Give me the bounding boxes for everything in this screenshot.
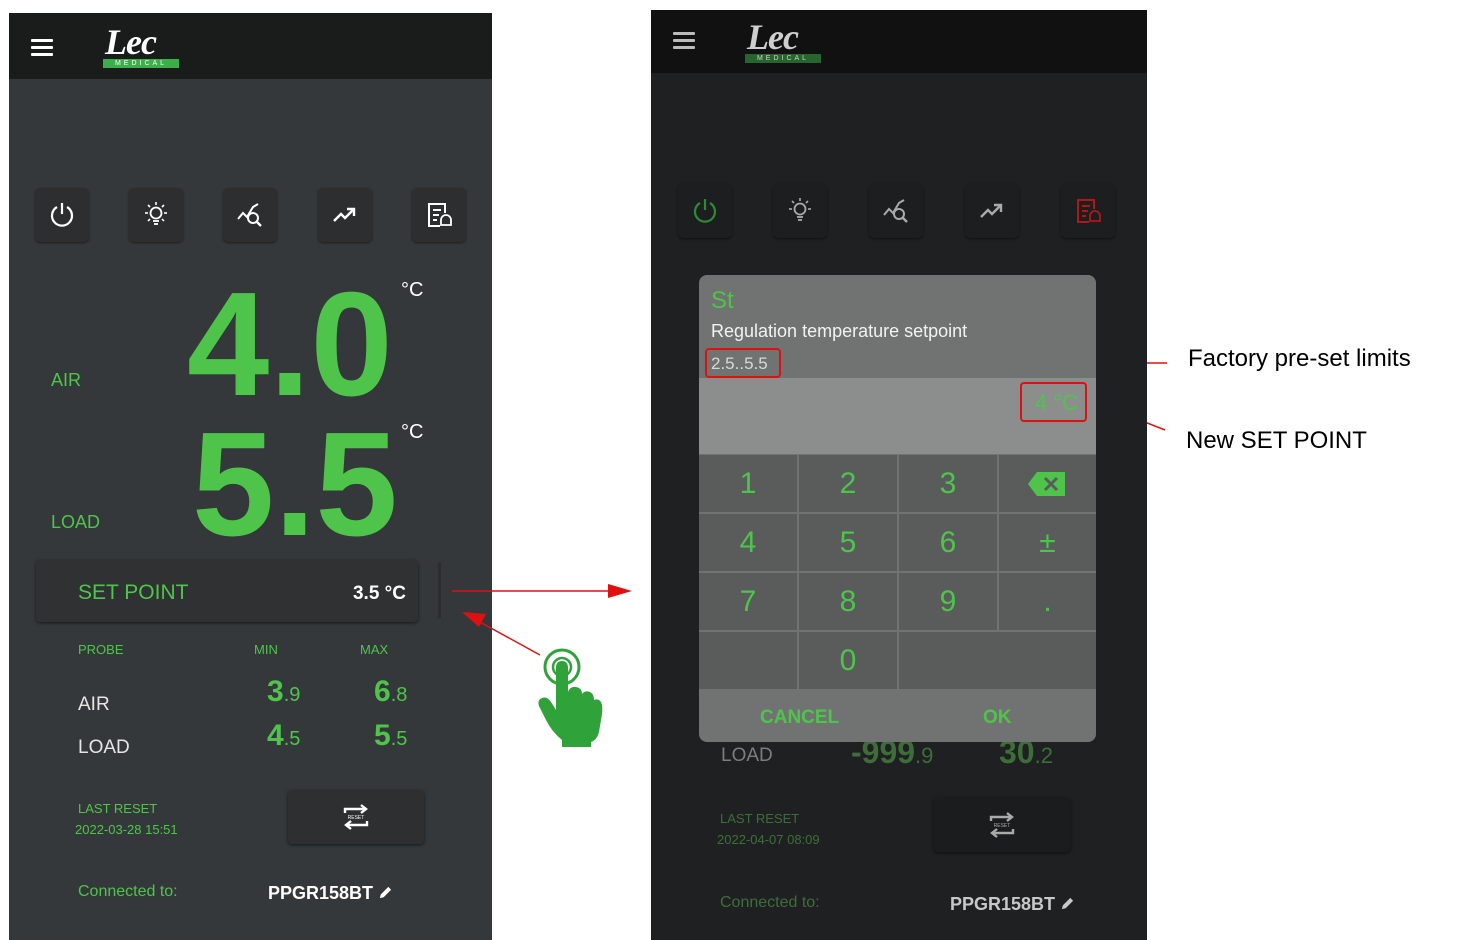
setpoint-card-edge xyxy=(438,562,441,618)
analysis-icon xyxy=(883,199,908,223)
pencil-icon[interactable] xyxy=(378,885,393,900)
load-unit: °C xyxy=(401,421,424,443)
key-area-blank xyxy=(899,632,1096,689)
trend-icon xyxy=(980,203,1003,218)
key-5[interactable]: 5 xyxy=(799,514,897,571)
device-name[interactable]: PPGR158BT xyxy=(268,883,393,904)
load-max-value: 5.5 xyxy=(374,719,408,752)
alarm-log-icon xyxy=(428,203,452,227)
setpoint-value: 3.5 °C xyxy=(352,583,406,604)
alarm-log-button[interactable] xyxy=(412,188,466,242)
pencil-icon[interactable] xyxy=(1060,896,1075,911)
key-2[interactable]: 2 xyxy=(799,455,897,512)
parameter-description: Regulation temperature setpoint xyxy=(711,321,968,341)
limits-highlight xyxy=(705,348,781,378)
setpoint-dialog: St Regulation temperature setpoint 2.5..… xyxy=(699,275,1096,742)
power-icon xyxy=(50,203,74,227)
annotation-setpoint: New SET POINT xyxy=(1186,427,1367,454)
trend-button[interactable] xyxy=(965,184,1019,238)
hand-pointer-icon xyxy=(536,644,606,748)
reset-button[interactable]: RESET xyxy=(288,790,424,844)
key-backspace[interactable] xyxy=(999,455,1096,512)
trend-icon xyxy=(333,207,356,222)
load-min-value: 4.5 xyxy=(267,719,301,752)
setpoint-card[interactable]: SET POINT 3.5 °C xyxy=(36,560,418,622)
analysis-button[interactable] xyxy=(223,188,277,242)
top-bar: Lec MEDICAL xyxy=(651,10,1147,73)
key-3[interactable]: 3 xyxy=(899,455,997,512)
probe-air-label: AIR xyxy=(78,694,110,715)
menu-icon[interactable] xyxy=(31,39,53,56)
parameter-code: St xyxy=(711,287,734,314)
light-bulb-icon xyxy=(789,198,811,221)
last-reset-time: 2022-04-07 08:09 xyxy=(717,832,820,847)
cancel-button[interactable]: CANCEL xyxy=(760,707,839,729)
key-decimal[interactable]: . xyxy=(999,573,1096,630)
key-7[interactable]: 7 xyxy=(699,573,797,630)
analysis-icon xyxy=(237,203,262,227)
reset-icon: RESET xyxy=(343,804,369,830)
air-temperature: 4.0 xyxy=(187,262,393,427)
light-button[interactable] xyxy=(773,184,827,238)
key-1[interactable]: 1 xyxy=(699,455,797,512)
device-name-text: PPGR158BT xyxy=(268,883,374,903)
connected-label: Connected to: xyxy=(720,894,820,911)
right-phone-screen: Lec MEDICAL LOAD -999.9 30.2 LAST RESET … xyxy=(651,10,1147,940)
last-reset-label: LAST RESET xyxy=(78,801,158,816)
load-temperature: 5.5 xyxy=(192,402,398,567)
annotation-limits: Factory pre-set limits xyxy=(1188,345,1411,372)
setpoint-label: SET POINT xyxy=(78,581,189,604)
reset-icon: RESET xyxy=(989,812,1015,838)
key-empty xyxy=(699,632,797,689)
reset-button[interactable]: RESET xyxy=(934,798,1070,852)
load-label: LOAD xyxy=(51,512,101,532)
backspace-icon xyxy=(1028,472,1065,496)
trend-button[interactable] xyxy=(318,188,372,242)
alarm-log-icon xyxy=(1077,199,1101,223)
svg-text:RESET: RESET xyxy=(348,815,365,821)
value-highlight xyxy=(1020,382,1087,422)
key-plus-minus[interactable]: ± xyxy=(999,514,1096,571)
probe-header: PROBE xyxy=(78,642,124,657)
power-button[interactable] xyxy=(678,184,732,238)
air-min-value: 3.9 xyxy=(267,675,301,708)
key-8[interactable]: 8 xyxy=(799,573,897,630)
light-button[interactable] xyxy=(129,188,183,242)
connected-label: Connected to: xyxy=(78,883,178,900)
analysis-button[interactable] xyxy=(869,184,923,238)
device-name[interactable]: PPGR158BT xyxy=(950,894,1075,915)
device-name-text: PPGR158BT xyxy=(950,894,1056,914)
last-reset-time: 2022-03-28 15:51 xyxy=(75,822,178,837)
light-bulb-icon xyxy=(145,202,167,225)
air-max-value: 6.8 xyxy=(374,675,408,708)
max-header: MAX xyxy=(360,642,389,657)
lec-medical-logo: Lec MEDICAL xyxy=(743,18,823,66)
key-4[interactable]: 4 xyxy=(699,514,797,571)
air-unit: °C xyxy=(401,279,424,301)
air-label: AIR xyxy=(51,370,82,390)
left-phone-screen: Lec MEDICAL °C 4.0 AIR °C 5.5 LOAD SET P… xyxy=(9,13,492,940)
key-0[interactable]: 0 xyxy=(799,632,897,689)
min-header: MIN xyxy=(254,642,278,657)
top-bar: Lec MEDICAL xyxy=(9,13,492,79)
alarm-log-button[interactable] xyxy=(1061,184,1115,238)
power-button[interactable] xyxy=(35,188,89,242)
ok-button[interactable]: OK xyxy=(983,707,1012,729)
lec-medical-logo: Lec MEDICAL xyxy=(101,23,181,71)
key-9[interactable]: 9 xyxy=(899,573,997,630)
key-6[interactable]: 6 xyxy=(899,514,997,571)
svg-text:RESET: RESET xyxy=(994,823,1011,829)
probe-load-label: LOAD xyxy=(78,737,130,758)
background-load-label: LOAD xyxy=(721,745,773,766)
menu-icon[interactable] xyxy=(673,32,695,49)
power-icon xyxy=(693,199,717,223)
last-reset-label: LAST RESET xyxy=(720,811,800,826)
